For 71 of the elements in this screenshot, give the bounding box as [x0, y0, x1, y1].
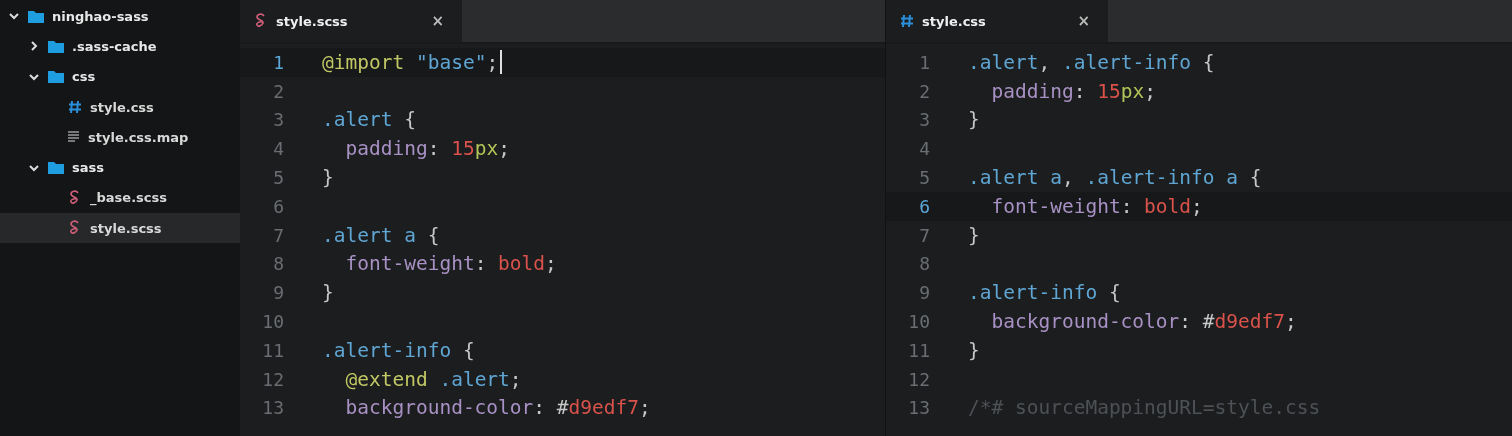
- tree-item[interactable]: sass: [0, 152, 240, 183]
- folder-icon: [48, 70, 64, 84]
- close-button[interactable]: ×: [1073, 12, 1094, 30]
- line-number: 7: [272, 224, 285, 246]
- file-tab[interactable]: style.css ×: [886, 0, 1108, 42]
- tree-item[interactable]: _base.scss: [0, 182, 240, 214]
- line-number: 5: [918, 167, 931, 189]
- code-line: }: [968, 108, 980, 132]
- code-line: background-color: #d9edf7;: [990, 310, 1297, 334]
- close-button[interactable]: ×: [427, 12, 448, 30]
- line-number: 8: [918, 253, 931, 275]
- code-line: }: [322, 166, 334, 190]
- code-line: .alert a, .alert-info a {: [968, 166, 1262, 190]
- line-number: 6: [272, 195, 285, 217]
- line-number: 11: [261, 339, 285, 361]
- code-line: @import "base";: [322, 50, 499, 74]
- hash-icon: [68, 100, 82, 115]
- line-number: 10: [907, 311, 931, 333]
- line-number: 13: [261, 397, 285, 419]
- line-number: 9: [272, 282, 285, 304]
- folder-icon: [28, 9, 44, 23]
- code-line: }: [968, 338, 980, 362]
- line-number: 11: [907, 339, 931, 361]
- line-number: 7: [918, 224, 931, 246]
- line-number: 8: [272, 253, 285, 275]
- code-line: .alert, .alert-info {: [968, 50, 1215, 74]
- chevron-icon: [29, 71, 39, 82]
- sass-icon: [254, 13, 268, 29]
- line-number: 13: [907, 397, 931, 419]
- lines-icon: [68, 131, 80, 144]
- code-line: padding: 15px;: [990, 79, 1156, 103]
- code-line: font-weight: bold;: [344, 252, 557, 276]
- folder-icon: [48, 161, 64, 175]
- sass-icon: [68, 189, 82, 206]
- code-line: }: [322, 281, 334, 305]
- line-number: 1: [272, 51, 285, 73]
- line-number: 9: [918, 282, 931, 304]
- code-line: .alert-info {: [322, 338, 475, 362]
- sass-icon: [68, 220, 82, 237]
- tree-item[interactable]: style.scss: [0, 213, 240, 244]
- code-line: }: [968, 223, 980, 247]
- line-number: 3: [272, 109, 285, 131]
- tree-item[interactable]: .sass-cache: [0, 31, 240, 62]
- code-line: @extend .alert;: [344, 367, 522, 391]
- line-number: 12: [261, 368, 285, 390]
- line-number: 3: [918, 109, 931, 131]
- file-tab[interactable]: style.scss ×: [240, 0, 462, 42]
- chevron-icon: [29, 41, 39, 52]
- code-line: font-weight: bold;: [990, 194, 1203, 218]
- code-line: padding: 15px;: [344, 137, 510, 161]
- line-number: 2: [918, 80, 931, 102]
- tree-item[interactable]: style.css: [0, 91, 240, 123]
- line-number: 5: [272, 167, 285, 189]
- hash-icon: [900, 14, 914, 28]
- line-number: 12: [907, 368, 931, 390]
- line-number: 2: [272, 80, 285, 102]
- line-number: 6: [918, 195, 931, 217]
- code-line: .alert-info {: [968, 281, 1121, 305]
- code-line: background-color: #d9edf7;: [344, 396, 651, 420]
- line-number: 10: [261, 311, 285, 333]
- tree-item[interactable]: css: [0, 61, 240, 92]
- chevron-icon: [29, 162, 39, 173]
- tree-item[interactable]: style.css.map: [0, 122, 240, 153]
- line-number: 4: [918, 138, 931, 160]
- code-line: .alert {: [322, 108, 416, 132]
- line-number: 1: [918, 51, 931, 73]
- line-number: 4: [272, 138, 285, 160]
- folder-icon: [48, 39, 64, 53]
- tree-item[interactable]: ninghao-sass: [0, 1, 240, 32]
- chevron-icon: [9, 11, 19, 22]
- code-line: .alert a {: [322, 223, 440, 247]
